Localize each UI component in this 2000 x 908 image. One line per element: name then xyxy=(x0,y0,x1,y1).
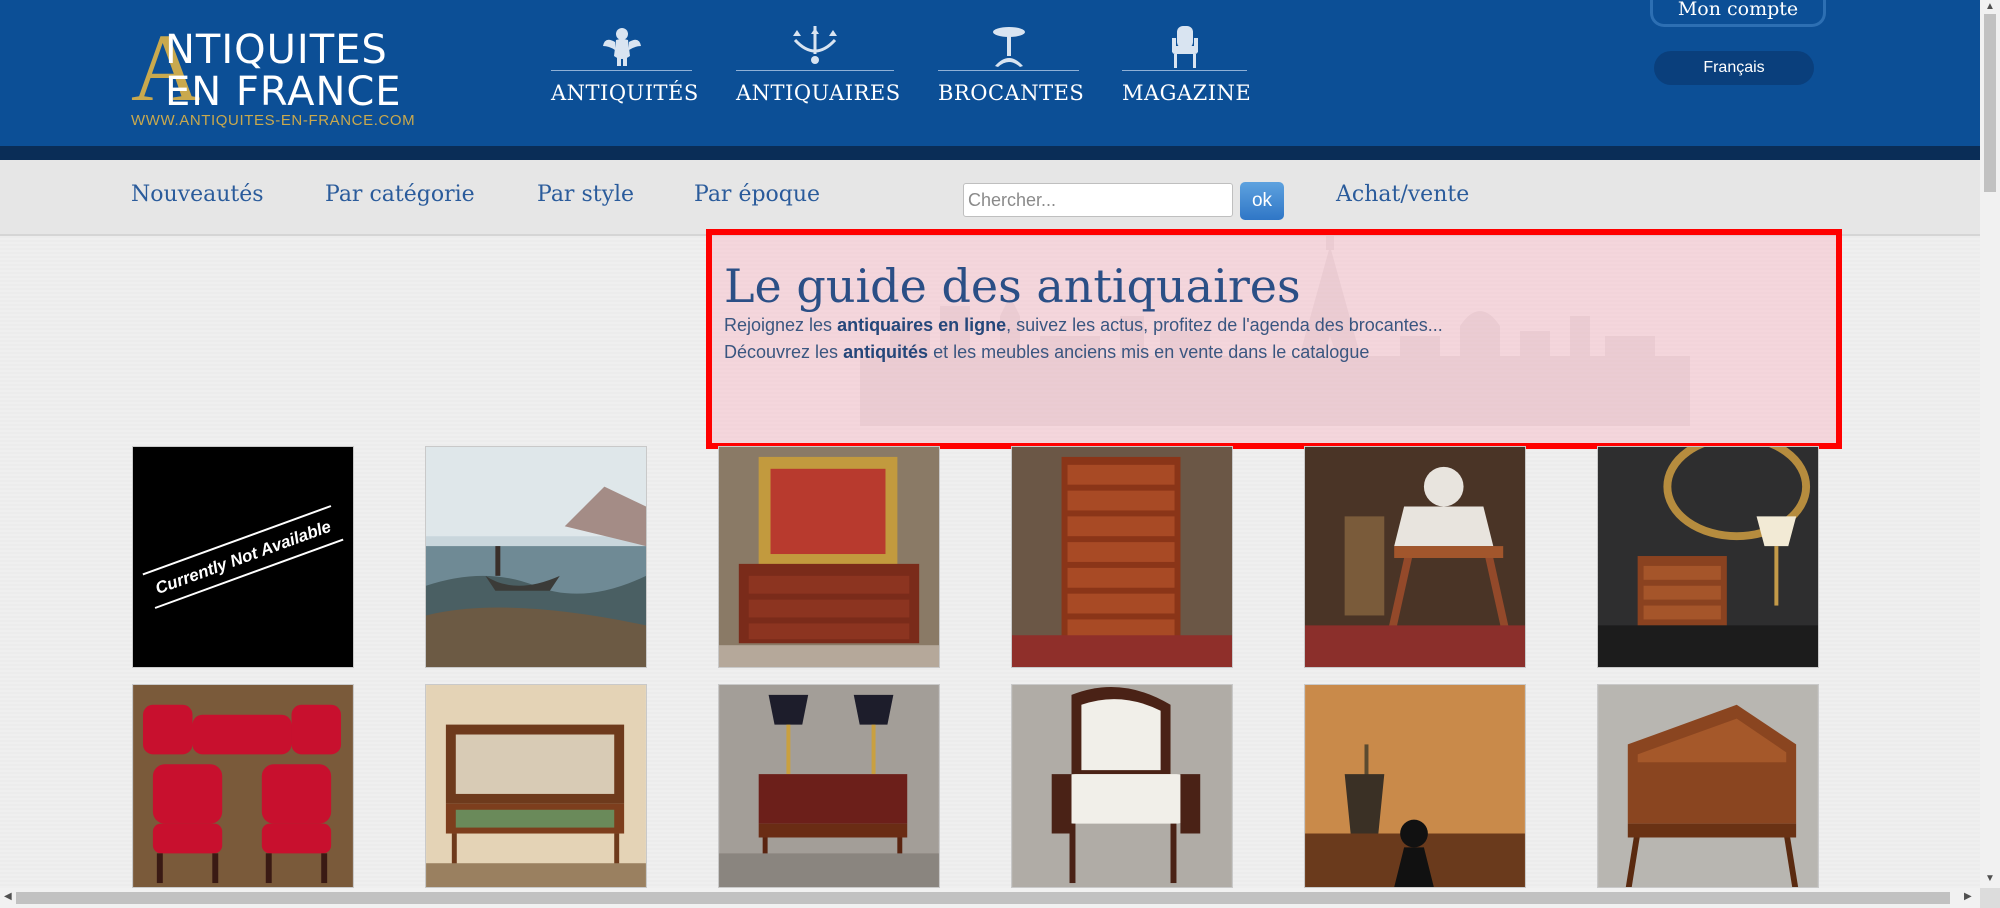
subnav-achat-vente[interactable]: Achat/vente xyxy=(1336,182,1469,207)
hero-line-1: Rejoignez les antiquaires en ligne, suiv… xyxy=(724,315,1443,336)
site-header: A NTIQUITES EN FRANCE WWW.ANTIQUITES-EN-… xyxy=(0,0,1980,160)
site-logo[interactable]: A NTIQUITES EN FRANCE WWW.ANTIQUITES-EN-… xyxy=(131,20,451,130)
product-thumb-slant-front-desk[interactable] xyxy=(1597,684,1819,888)
product-thumb-writing-desk[interactable] xyxy=(718,684,940,888)
nav-brocantes[interactable]: BROCANTES xyxy=(938,24,1084,105)
product-thumb-miniature-commode[interactable] xyxy=(1597,446,1819,668)
vertical-scrollbar[interactable]: ▲ ▼ xyxy=(1980,0,2000,888)
nav-divider xyxy=(938,70,1079,71)
hero-line-2-suffix: et les meubles anciens mis en vente dans… xyxy=(928,342,1370,362)
account-button[interactable]: Mon compte xyxy=(1650,0,1826,27)
logo-url: WWW.ANTIQUITES-EN-FRANCE.COM xyxy=(131,112,416,129)
scroll-left-arrow-icon[interactable]: ◀ xyxy=(4,891,12,902)
nav-divider xyxy=(551,70,692,71)
hero-line-1-link[interactable]: antiquaires en ligne xyxy=(837,315,1006,335)
nav-label: ANTIQUAIRES xyxy=(736,81,901,105)
nav-divider xyxy=(1122,70,1247,71)
logo-line-1: NTIQUITES xyxy=(165,27,388,73)
nav-divider xyxy=(736,70,894,71)
hero-banner: Le guide des antiquaires Rejoignez les a… xyxy=(706,229,1842,449)
vertical-scroll-thumb[interactable] xyxy=(1984,14,1996,192)
sub-nav: Nouveautés Par catégorie Par style Par é… xyxy=(0,160,1980,236)
nav-antiquaires[interactable]: ANTIQUAIRES xyxy=(736,24,900,105)
scroll-down-arrow-icon[interactable]: ▼ xyxy=(1985,873,1995,884)
search-input[interactable] xyxy=(963,183,1233,217)
scrollbar-corner xyxy=(1980,888,2000,908)
product-thumb-white-armchair[interactable] xyxy=(1011,684,1233,888)
product-thumb-perfume-atomizer[interactable] xyxy=(1304,684,1526,888)
nav-label: MAGAZINE xyxy=(1122,81,1252,105)
hero-line-1-prefix: Rejoignez les xyxy=(724,315,838,335)
search-ok-button[interactable]: ok xyxy=(1240,182,1284,220)
product-thumb-tall-chest[interactable] xyxy=(1011,446,1233,668)
nav-antiquites[interactable]: ANTIQUITÉS xyxy=(551,24,698,105)
not-available-image: Currently Not Available xyxy=(133,447,353,667)
subnav-par-style[interactable]: Par style xyxy=(537,182,634,207)
hero-line-2-link[interactable]: antiquités xyxy=(843,342,928,362)
subnav-nouveautes[interactable]: Nouveautés xyxy=(131,182,264,207)
hero-line-2: Découvrez les antiquités et les meubles … xyxy=(724,342,1369,363)
page: A NTIQUITES EN FRANCE WWW.ANTIQUITES-EN-… xyxy=(0,0,1980,888)
hero-line-1-suffix: , suivez les actus, profitez de l'agenda… xyxy=(1006,315,1443,335)
product-thumb-commode-mirror[interactable] xyxy=(718,446,940,668)
armchair-icon xyxy=(1122,24,1247,70)
hero-line-2-prefix: Découvrez les xyxy=(724,342,844,362)
scroll-right-arrow-icon[interactable]: ▶ xyxy=(1964,891,1972,902)
language-selector[interactable]: Français xyxy=(1654,51,1814,85)
product-thumb-seascape[interactable] xyxy=(425,446,647,668)
horizontal-scrollbar[interactable]: ◀ ▶ xyxy=(0,888,1980,908)
product-thumb-not-available[interactable]: Currently Not Available xyxy=(132,446,354,668)
gueridon-table-icon xyxy=(938,24,1079,70)
product-thumb-bust[interactable] xyxy=(1304,446,1526,668)
scroll-up-arrow-icon[interactable]: ▲ xyxy=(1985,1,1995,12)
product-thumb-secretary-cabinet[interactable] xyxy=(425,684,647,888)
horizontal-scroll-thumb[interactable] xyxy=(16,892,1950,904)
hero-title: Le guide des antiquaires xyxy=(724,259,1301,313)
product-thumb-red-chairs[interactable] xyxy=(132,684,354,888)
nav-label: ANTIQUITÉS xyxy=(551,81,699,105)
cherub-icon xyxy=(551,24,692,70)
chandelier-icon xyxy=(736,24,894,70)
subnav-par-categorie[interactable]: Par catégorie xyxy=(325,182,475,207)
nav-label: BROCANTES xyxy=(938,81,1085,105)
logo-line-2: EN FRANCE xyxy=(165,69,402,115)
nav-magazine[interactable]: MAGAZINE xyxy=(1122,24,1251,105)
subnav-par-epoque[interactable]: Par époque xyxy=(694,182,820,207)
